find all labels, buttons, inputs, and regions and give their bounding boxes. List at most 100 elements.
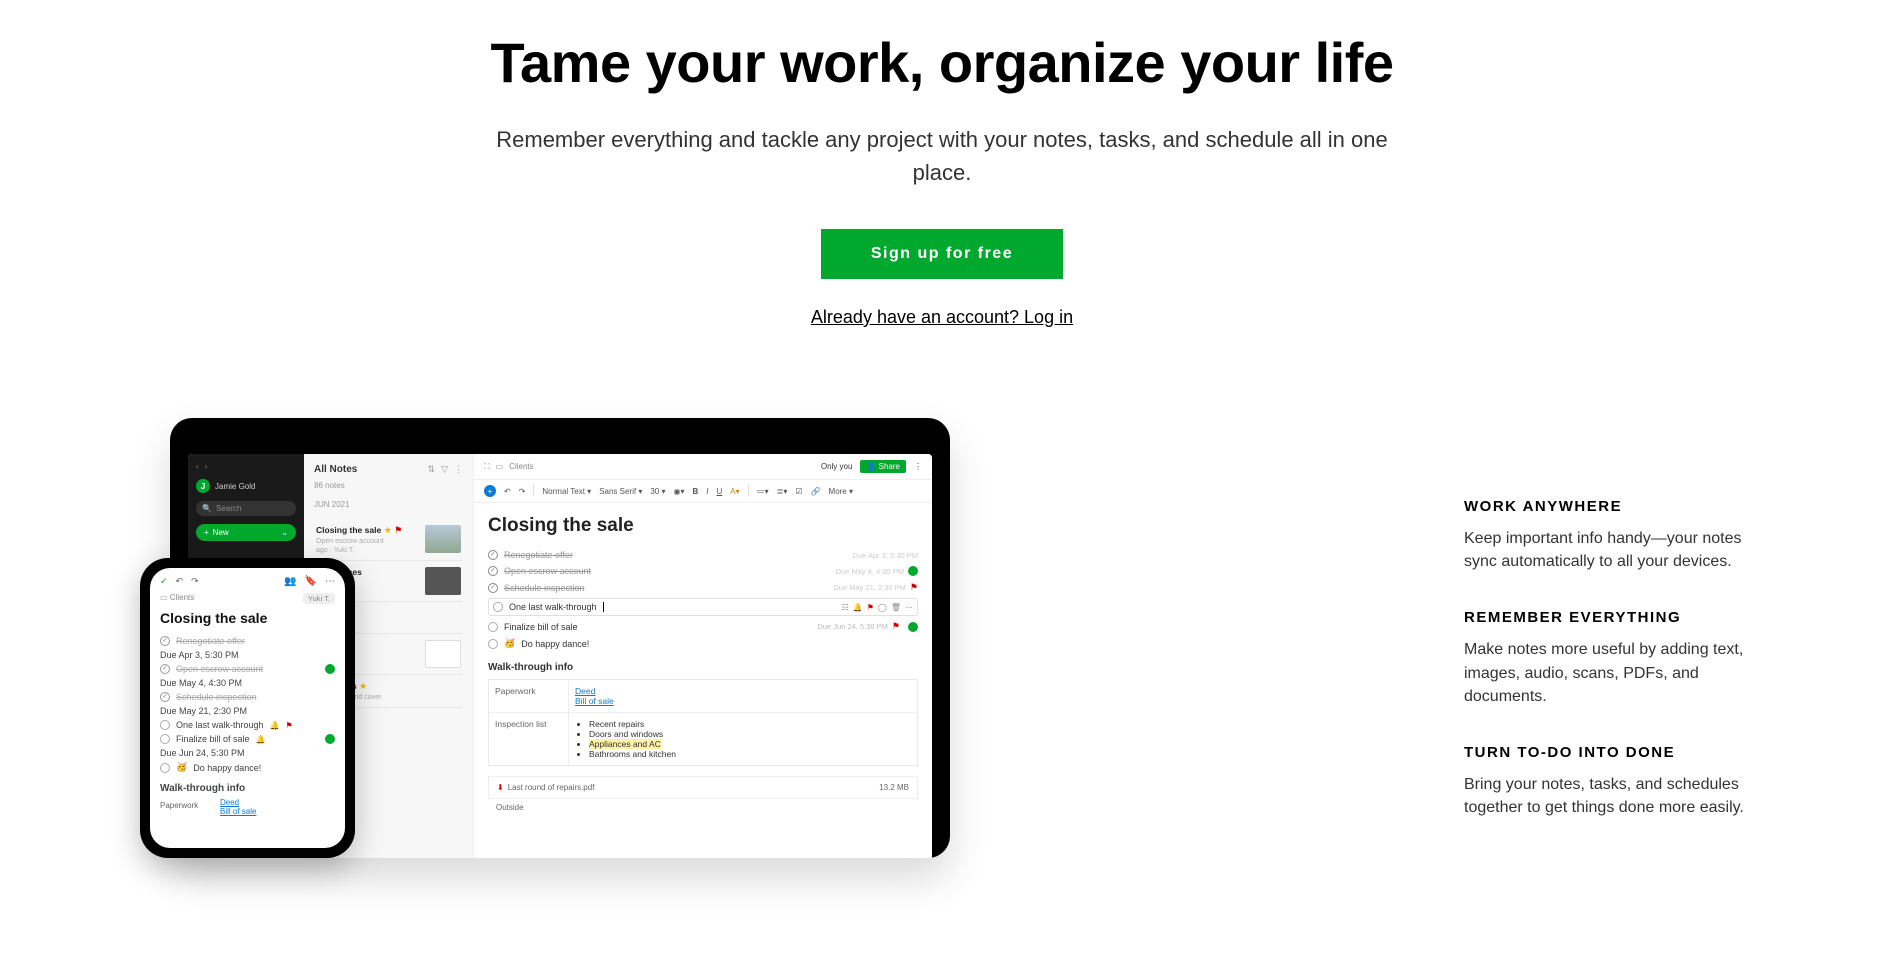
highlight-icon[interactable]: A▾ — [730, 487, 739, 496]
paragraph-style[interactable]: Normal Text ▾ — [542, 487, 591, 496]
bell-icon: 🔔 — [270, 721, 280, 730]
info-table: PaperworkDeedBill of sale Inspection lis… — [488, 679, 918, 766]
sort-icon[interactable]: ⇅ — [428, 464, 436, 475]
task-row[interactable]: One last walk-through 🔔 ⚑ — [160, 718, 335, 732]
task-row[interactable]: Open escrow accountDue May 4, 4:30 PM — [488, 563, 918, 579]
phone-frame: ✓↶↷ 👥🔖⋯ ▭ ClientsYuki T. Closing the sal… — [140, 558, 355, 858]
signup-button[interactable]: Sign up for free — [821, 229, 1063, 279]
filter-icon[interactable]: ▽ — [441, 464, 448, 475]
hero-subtitle: Remember everything and tackle any proje… — [482, 123, 1402, 189]
plus-icon: + — [204, 528, 209, 537]
feature-item: WORK ANYWHERE Keep important info handy—… — [1464, 498, 1744, 573]
user-name: Jamie Gold — [215, 482, 255, 491]
section-heading: Walk-through info — [488, 662, 918, 673]
search-icon: 🔍 — [202, 504, 212, 513]
editor-toolbar: + ↶↷ Normal Text ▾ Sans Serif ▾ 30 ▾ ◉▾ … — [474, 480, 932, 503]
feature-title: WORK ANYWHERE — [1464, 498, 1744, 515]
view-icon[interactable]: ⋮ — [454, 464, 463, 475]
feature-body: Bring your notes, tasks, and schedules t… — [1464, 773, 1744, 819]
link[interactable]: Deed — [575, 686, 911, 696]
task-row[interactable]: 🥳Do happy dance! — [160, 760, 335, 775]
font-family[interactable]: Sans Serif ▾ — [599, 487, 642, 496]
redo-icon[interactable]: ↷ — [519, 487, 526, 496]
italic-icon[interactable]: I — [706, 487, 708, 496]
note-count: 86 notes — [314, 481, 463, 490]
task-row[interactable]: Finalize bill of saleDue Jun 24, 5:30 PM… — [488, 618, 918, 635]
note-thumbnail — [425, 567, 461, 595]
task-row-active[interactable]: One last walk-through☷🔔⚑◯🗑⋯ — [488, 598, 918, 616]
task-row[interactable]: Schedule inspection — [160, 690, 335, 704]
text-color-icon[interactable]: ◉▾ — [674, 487, 685, 496]
more-icon[interactable]: ⋯ — [325, 576, 335, 587]
link[interactable]: Deed — [220, 798, 239, 807]
share-button[interactable]: 👤 Share — [860, 460, 906, 473]
task-row[interactable]: Renegotiate offerDue Apr 3, 5:30 PM — [488, 547, 918, 563]
only-you-label: Only you — [821, 462, 853, 471]
bullet-list-icon[interactable]: ≔▾ — [757, 487, 769, 496]
forward-icon[interactable]: › — [205, 462, 208, 471]
link-icon[interactable]: 🔗 — [811, 487, 821, 496]
flag-icon: ⚑ — [286, 721, 293, 730]
numbered-list-icon[interactable]: ≣▾ — [777, 487, 788, 496]
link[interactable]: Bill of sale — [575, 696, 911, 706]
user-avatar[interactable]: J — [196, 479, 210, 493]
person-icon[interactable]: ◯ — [878, 603, 887, 612]
assignee-avatar — [325, 734, 335, 744]
login-link[interactable]: Already have an account? Log in — [382, 307, 1502, 328]
bell-icon[interactable]: 🔔 — [853, 603, 863, 612]
more-icon[interactable]: ⋯ — [905, 603, 913, 612]
expand-icon[interactable]: ⛶ — [484, 462, 490, 472]
assignee-avatar — [325, 664, 335, 674]
task-row[interactable]: Open escrow account — [160, 662, 335, 676]
calendar-icon[interactable]: ☷ — [842, 603, 849, 612]
assignee-avatar — [908, 566, 918, 576]
insert-button[interactable]: + — [484, 485, 496, 497]
toolbar-more[interactable]: More ▾ — [829, 487, 853, 496]
task-row[interactable]: Finalize bill of sale 🔔 — [160, 732, 335, 746]
note-editor: ⛶▭Clients Only you👤 Share⋮ + ↶↷ Normal T… — [474, 454, 932, 858]
note-month: JUN 2021 — [314, 500, 463, 509]
assignee-pill[interactable]: Yuki T. — [303, 593, 335, 604]
link[interactable]: Bill of sale — [220, 807, 256, 816]
breadcrumb[interactable]: Clients — [509, 462, 533, 471]
bell-icon: 🔔 — [256, 735, 266, 744]
check-icon[interactable]: ✓ — [160, 576, 168, 587]
bold-icon[interactable]: B — [693, 487, 699, 496]
attachment[interactable]: ⬇Last round of repairs.pdf13.2 MB — [488, 776, 918, 799]
new-button[interactable]: +New⌄ — [196, 524, 296, 541]
share-icon[interactable]: 👥 — [284, 576, 296, 587]
feature-body: Keep important info handy—your notes syn… — [1464, 527, 1744, 573]
tag-icon[interactable]: 🔖 — [305, 576, 317, 587]
feature-item: REMEMBER EVERYTHING Make notes more usef… — [1464, 609, 1744, 708]
trash-icon[interactable]: 🗑 — [891, 603, 901, 612]
checklist-icon[interactable]: ☑ — [795, 487, 802, 496]
note-thumbnail — [425, 640, 461, 668]
more-icon[interactable]: ⋮ — [914, 462, 922, 471]
hero-title: Tame your work, organize your life — [382, 30, 1502, 95]
undo-icon[interactable]: ↶ — [504, 487, 511, 496]
back-icon[interactable]: ‹ — [196, 462, 199, 471]
underline-icon[interactable]: U — [717, 487, 723, 496]
attachment-caption: Outside — [488, 799, 918, 816]
pdf-icon: ⬇ — [497, 783, 504, 792]
device-showcase: ‹› J Jamie Gold 🔍Search +New⌄ All Notes … — [140, 418, 1384, 858]
flag-icon[interactable]: ⚑ — [867, 603, 874, 612]
font-size[interactable]: 30 ▾ — [650, 487, 665, 496]
feature-item: TURN TO-DO INTO DONE Bring your notes, t… — [1464, 744, 1744, 819]
search-input[interactable]: 🔍Search — [196, 501, 296, 516]
person-icon: 👤 — [866, 462, 876, 471]
breadcrumb[interactable]: Clients — [170, 593, 194, 602]
note-thumbnail — [425, 525, 461, 553]
feature-title: TURN TO-DO INTO DONE — [1464, 744, 1744, 761]
feature-title: REMEMBER EVERYTHING — [1464, 609, 1744, 626]
section-heading: Walk-through info — [160, 783, 335, 794]
redo-icon[interactable]: ↷ — [191, 576, 199, 587]
chevron-down-icon: ⌄ — [281, 528, 288, 537]
note-list-item[interactable]: Closing the sale ★ ⚑Open escrow accounta… — [314, 519, 463, 561]
undo-icon[interactable]: ↶ — [176, 576, 184, 587]
task-row[interactable]: Renegotiate offer — [160, 634, 335, 648]
note-title[interactable]: Closing the sale — [160, 610, 335, 626]
note-title[interactable]: Closing the sale — [488, 515, 918, 537]
task-row[interactable]: Schedule inspectionDue May 21, 2:30 PM⚑ — [488, 579, 918, 596]
task-row[interactable]: 🥳Do happy dance! — [488, 635, 918, 652]
